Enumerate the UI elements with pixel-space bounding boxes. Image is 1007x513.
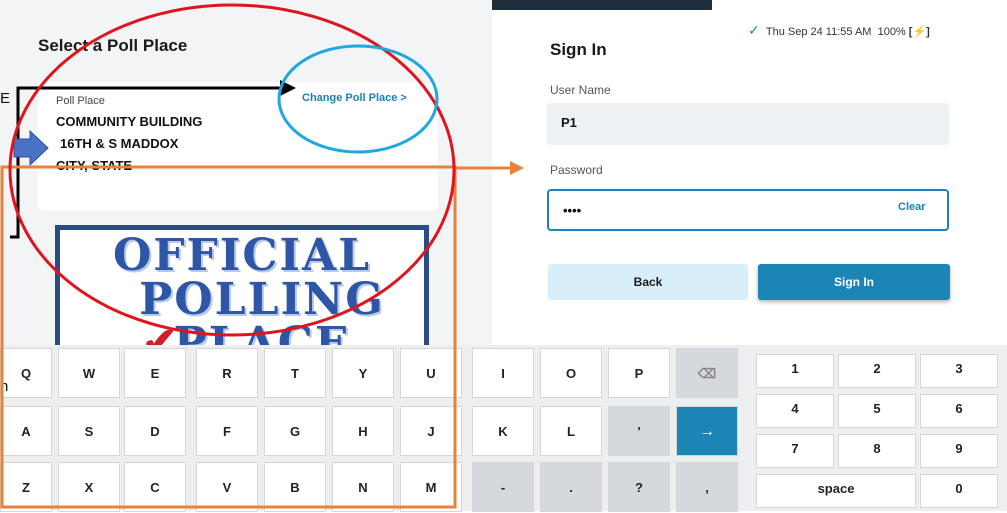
red-ellipse-annotation xyxy=(8,3,456,337)
black-bracket-arrow xyxy=(10,86,282,239)
annotation-overlay xyxy=(0,3,524,509)
blue-ellipse-annotation xyxy=(277,44,439,154)
orange-arrow-icon xyxy=(510,161,524,175)
orange-highlight-box xyxy=(0,165,457,509)
